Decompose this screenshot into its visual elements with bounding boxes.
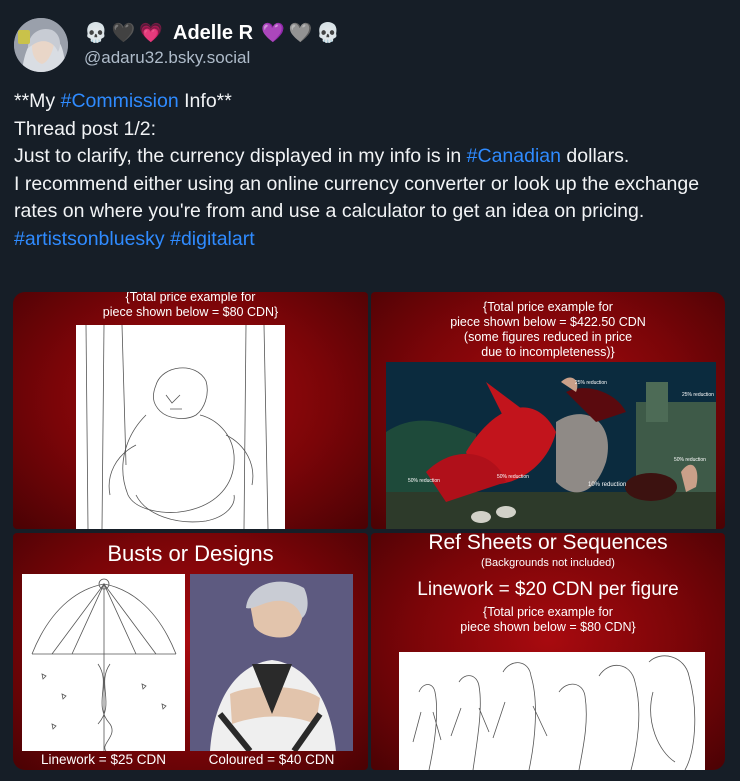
post-line-4: I recommend either using an online curre… — [14, 172, 700, 223]
author-name-row[interactable]: 💀 🖤 💗 Adelle R 💜 🩶 💀 — [84, 19, 340, 47]
reduction-label: 50% reduction — [408, 478, 440, 484]
reduction-label: 10% reduction — [588, 482, 627, 488]
reduction-label: 50% reduction — [497, 474, 529, 480]
post-hashtags: #artistsonbluesky #digitalart — [14, 226, 730, 254]
image-caption-line: due to incompleteness)} — [481, 345, 615, 359]
image-ref-sheets[interactable]: Ref Sheets or Sequences (Backgrounds not… — [371, 533, 725, 770]
image-busts-designs[interactable]: Busts or Designs Linework = $25 CDN Colo… — [13, 533, 368, 770]
image-caption-line: (some figures reduced in price — [463, 330, 633, 344]
image-subtitle: (Backgrounds not included) — [481, 557, 615, 569]
grey-heart-emoji-icon: 🩶 — [288, 21, 313, 44]
post-text-span: dollars. — [561, 145, 630, 167]
post-text-span: Info** — [178, 90, 232, 112]
post-line-3: Just to clarify, the currency displayed … — [14, 143, 730, 171]
reduction-label: 25% reduction — [575, 380, 607, 386]
image-caption-line: piece shown below = $80 CDN} — [460, 620, 636, 634]
battle-scene-painting: 25% reduction 25% reduction 50% reductio… — [386, 362, 716, 529]
author-display-name[interactable]: Adelle R — [173, 22, 253, 45]
avatar[interactable] — [14, 18, 68, 72]
image-werewolf-example[interactable]: {Total price example for piece shown bel… — [13, 292, 368, 529]
post-text-span: Just to clarify, the currency displayed … — [14, 145, 467, 167]
image-caption-line: {Total price example for — [483, 605, 613, 619]
author-handle[interactable]: @adaru32.bsky.social — [84, 48, 250, 68]
post-text-span: **My — [14, 90, 61, 112]
hashtag-commission[interactable]: #Commission — [61, 90, 179, 112]
werewolf-sketch — [76, 325, 285, 529]
image-caption-line: {Total price example for — [483, 300, 613, 314]
image-group-battle-example[interactable]: {Total price example for piece shown bel… — [371, 292, 725, 529]
post-text: **My #Commission Info** Thread post 1/2:… — [14, 88, 730, 253]
hashtag-digitalart[interactable]: #digitalart — [170, 228, 255, 250]
post-line-1: **My #Commission Info** — [14, 88, 730, 116]
reduction-label: 25% reduction — [682, 392, 714, 398]
post: 💀 🖤 💗 Adelle R 💜 🩶 💀 @adaru32.bsky.socia… — [0, 0, 740, 781]
hashtag-artistsonbluesky[interactable]: #artistsonbluesky — [14, 228, 165, 250]
image-title: Busts or Designs — [107, 541, 274, 566]
image-grid: {Total price example for piece shown bel… — [13, 292, 725, 770]
black-heart-emoji-icon: 🖤 — [111, 21, 136, 44]
portrait-painting — [190, 574, 353, 751]
hashtag-canadian[interactable]: #Canadian — [467, 145, 561, 167]
avatar-image — [14, 18, 68, 72]
post-line-2: Thread post 1/2: — [14, 117, 157, 140]
image-caption-line: piece shown below = $80 CDN} — [102, 305, 279, 319]
skull-emoji-icon: 💀 — [84, 21, 108, 44]
coloured-price: Coloured = $40 CDN — [208, 752, 335, 767]
linework-price: Linework = $25 CDN — [41, 752, 166, 767]
image-caption-line: {Total price example for — [125, 292, 256, 304]
image-caption-line: piece shown below = $422.50 CDN — [450, 315, 646, 329]
reduction-label: 50% reduction — [674, 457, 706, 463]
image-title: Ref Sheets or Sequences — [428, 533, 668, 554]
skull-emoji-icon: 💀 — [316, 21, 341, 44]
price-per-figure: Linework = $20 CDN per figure — [417, 579, 679, 600]
umbrella-sketch — [22, 574, 185, 751]
ref-sheet-sketch — [399, 652, 705, 770]
purple-heart-emoji-icon: 💜 — [261, 21, 285, 44]
pink-heart-emoji-icon: 💗 — [139, 21, 164, 44]
